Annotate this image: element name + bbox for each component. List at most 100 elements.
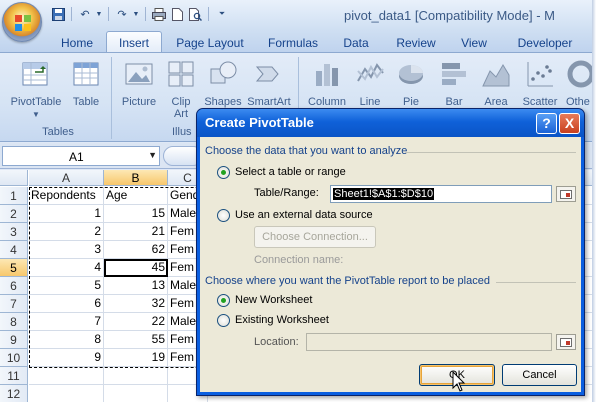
sheet-cell[interactable]	[104, 367, 168, 385]
save-icon[interactable]	[50, 6, 66, 22]
redo-icon[interactable]: ↷	[114, 6, 130, 22]
area-chart-icon	[482, 64, 510, 87]
new-icon[interactable]	[169, 6, 185, 22]
row-header[interactable]: 11	[0, 367, 28, 385]
row-header[interactable]: 6	[0, 277, 28, 295]
clip-art-button[interactable]: Clip Art	[164, 59, 198, 120]
column-chart-button[interactable]: Column	[302, 59, 352, 108]
bar-chart-button[interactable]: Bar	[436, 59, 472, 108]
sheet-cell[interactable]: 2	[29, 223, 104, 241]
radio-new-worksheet[interactable]	[217, 294, 230, 307]
picture-button[interactable]: Picture	[116, 59, 162, 108]
title-bar: ↶ ▼ ↷ ▼ ⏷ pivot_data1 [Compatibility Mod…	[0, 0, 596, 30]
sheet-cell[interactable]: 15	[104, 205, 168, 223]
picture-label: Picture	[121, 96, 157, 108]
shapes-button[interactable]: Shapes	[202, 59, 244, 108]
row-header[interactable]: 10	[0, 349, 28, 367]
undo-icon[interactable]: ↶	[77, 6, 93, 22]
table-range-value: Sheet1!$A$1:$D$10	[333, 188, 435, 200]
radio-existing-worksheet[interactable]	[217, 314, 230, 327]
help-icon[interactable]: ?	[536, 113, 557, 134]
cancel-button[interactable]: Cancel	[502, 364, 577, 386]
tab-data[interactable]: Data	[334, 33, 378, 52]
select-all-corner[interactable]	[0, 170, 28, 186]
radio-new-worksheet-label[interactable]: New Worksheet	[235, 294, 312, 306]
name-box[interactable]: A1 ▼	[2, 146, 160, 166]
sheet-cell[interactable]: 7	[29, 313, 104, 331]
sheet-cell[interactable]: 4	[29, 259, 104, 277]
collapse-dialog-location-icon[interactable]	[556, 334, 576, 350]
radio-existing-worksheet-label[interactable]: Existing Worksheet	[235, 314, 329, 326]
row-header[interactable]: 5	[0, 259, 28, 277]
sheet-cell[interactable]: 8	[29, 331, 104, 349]
customize-icon[interactable]: ⏷	[214, 6, 230, 22]
row-header[interactable]: 3	[0, 223, 28, 241]
undo-dropdown-icon[interactable]: ▼	[95, 6, 103, 22]
tab-home[interactable]: Home	[50, 33, 104, 52]
scatter-chart-button[interactable]: Scatter	[518, 59, 562, 108]
sheet-cell[interactable]: 21	[104, 223, 168, 241]
dialog-title-bar[interactable]: Create PivotTable ? X	[197, 109, 584, 137]
sheet-cell[interactable]	[29, 385, 104, 402]
tab-developer[interactable]: Developer	[508, 33, 582, 52]
radio-select-table-label[interactable]: Select a table or range	[235, 166, 346, 178]
row-header[interactable]: 8	[0, 313, 28, 331]
dialog-body: Choose the data that you want to analyze…	[200, 137, 581, 392]
sheet-cell[interactable]	[29, 367, 104, 385]
bar-chart-icon	[442, 63, 466, 85]
sheet-cell[interactable]: 22	[104, 313, 168, 331]
line-chart-button[interactable]: Line	[352, 59, 388, 108]
mouse-cursor-icon	[452, 371, 466, 392]
choose-connection-button[interactable]: Choose Connection...	[254, 226, 376, 248]
redo-dropdown-icon[interactable]: ▼	[132, 6, 140, 22]
sheet-cell[interactable]: 5	[29, 277, 104, 295]
scatter-chart-icon	[527, 62, 553, 87]
sheet-cell[interactable]: 62	[104, 241, 168, 259]
sheet-cell[interactable]: 1	[29, 205, 104, 223]
tab-formulas[interactable]: Formulas	[260, 33, 326, 52]
row-header[interactable]: 9	[0, 331, 28, 349]
pie-chart-button[interactable]: Pie	[392, 59, 430, 108]
table-range-label: Table/Range:	[254, 187, 319, 199]
sheet-cell[interactable]: Age	[104, 187, 168, 205]
sheet-cell[interactable]: 32	[104, 295, 168, 313]
sheet-cell[interactable]	[104, 385, 168, 402]
sheet-cell[interactable]: 55	[104, 331, 168, 349]
collapse-dialog-icon[interactable]	[556, 186, 576, 202]
sheet-cell[interactable]: 6	[29, 295, 104, 313]
tab-page-layout[interactable]: Page Layout	[168, 33, 252, 52]
ribbon-tabs: Home Insert Page Layout Formulas Data Re…	[0, 30, 596, 53]
row-header[interactable]: 1	[0, 187, 28, 205]
radio-external-source[interactable]	[217, 209, 230, 222]
tab-review[interactable]: Review	[388, 33, 444, 52]
table-range-field[interactable]: Sheet1!$A$1:$D$10	[330, 185, 552, 203]
column-header[interactable]: B	[104, 170, 168, 186]
print-icon[interactable]	[151, 6, 167, 22]
row-header[interactable]: 2	[0, 205, 28, 223]
radio-external-source-label[interactable]: Use an external data source	[235, 209, 373, 221]
sheet-cell[interactable]: Repondents	[29, 187, 104, 205]
sheet-cell[interactable]: 45	[104, 259, 168, 277]
row-header[interactable]: 7	[0, 295, 28, 313]
column-header[interactable]: A	[29, 170, 104, 186]
tab-insert[interactable]: Insert	[106, 31, 162, 53]
chevron-down-icon[interactable]: ▼	[148, 150, 157, 160]
sheet-cell[interactable]: 19	[104, 349, 168, 367]
row-header[interactable]: 12	[0, 385, 28, 402]
bar-chart-label: Bar	[445, 96, 463, 108]
shapes-label: Shapes	[204, 96, 242, 108]
location-field[interactable]	[306, 333, 552, 351]
close-icon[interactable]: X	[559, 113, 580, 134]
tab-view[interactable]: View	[452, 33, 496, 52]
radio-select-table[interactable]	[217, 166, 230, 179]
smartart-button[interactable]: SmartArt	[244, 59, 294, 108]
table-button[interactable]: Table	[66, 59, 106, 108]
sheet-cell[interactable]: 9	[29, 349, 104, 367]
sheet-cell[interactable]: 3	[29, 241, 104, 259]
area-chart-button[interactable]: Area	[478, 59, 514, 108]
office-button[interactable]	[2, 2, 42, 42]
print-preview-icon[interactable]	[187, 6, 203, 22]
pivottable-button[interactable]: PivotTable ▼	[8, 59, 64, 119]
sheet-cell[interactable]: 13	[104, 277, 168, 295]
row-header[interactable]: 4	[0, 241, 28, 259]
